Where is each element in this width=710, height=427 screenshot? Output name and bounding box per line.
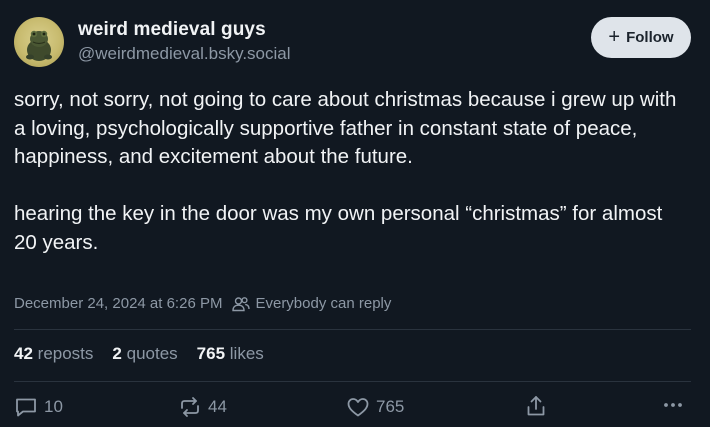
post-text: sorry, not sorry, not going to care abou… [14, 86, 689, 257]
author-handle[interactable]: @weirdmedieval.bsky.social [78, 44, 291, 64]
share-button[interactable] [524, 394, 548, 418]
reposts-label: reposts [37, 344, 94, 363]
like-button[interactable]: 765 [346, 396, 404, 418]
reply-button[interactable]: 10 [14, 396, 63, 418]
follow-button[interactable]: + Follow [591, 17, 691, 58]
likes-label: likes [229, 344, 264, 363]
more-icon [664, 403, 682, 407]
repost-count: 44 [208, 397, 227, 416]
post-paragraph: hearing the key in the door was my own p… [14, 202, 663, 254]
divider [14, 381, 691, 382]
repost-icon [181, 397, 199, 417]
heart-icon [347, 398, 369, 417]
reposts-stat[interactable]: 42 reposts [14, 344, 93, 364]
action-bar: 10 44 765 [0, 394, 710, 422]
likes-stat[interactable]: 765 likes [197, 344, 264, 364]
author-display-name[interactable]: weird medieval guys [78, 19, 266, 41]
engagement-stats: 42 reposts 2 quotes 765 likes [14, 344, 264, 364]
post-meta: December 24, 2024 at 6:26 PM Everybody c… [14, 295, 391, 312]
divider [14, 329, 691, 330]
more-options-button[interactable] [662, 398, 684, 412]
comment-icon [16, 398, 36, 417]
author-avatar[interactable] [14, 17, 64, 67]
quotes-label: quotes [126, 344, 178, 363]
share-icon [527, 396, 545, 416]
post-paragraph: sorry, not sorry, not going to care abou… [14, 88, 677, 168]
post-timestamp[interactable]: December 24, 2024 at 6:26 PM [14, 295, 222, 312]
reposts-count: 42 [14, 344, 33, 363]
reply-count: 10 [44, 397, 63, 416]
reply-setting[interactable]: Everybody can reply [232, 295, 391, 312]
likes-count: 765 [196, 344, 226, 363]
repost-button[interactable]: 44 [178, 396, 227, 418]
follow-button-label: Follow [626, 29, 674, 46]
frog-avatar-icon [26, 30, 52, 61]
post-card: weird medieval guys @weirdmedieval.bsky.… [0, 0, 710, 427]
plus-icon: + [608, 25, 621, 48]
quotes-count: 2 [112, 344, 122, 363]
reply-setting-label: Everybody can reply [255, 295, 392, 312]
people-icon [232, 296, 251, 311]
quotes-stat[interactable]: 2 quotes [112, 344, 177, 364]
like-count: 765 [376, 397, 405, 416]
